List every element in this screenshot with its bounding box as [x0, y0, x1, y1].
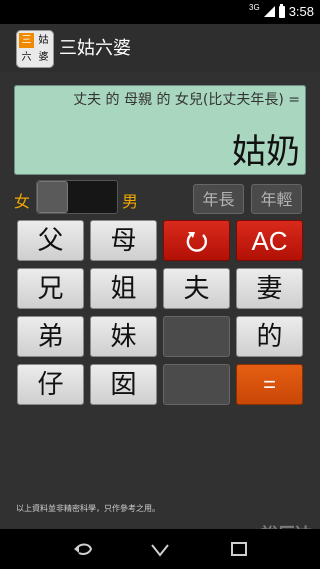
app-logo-icon[interactable]: 三 姑 六 婆 — [16, 30, 54, 68]
younger-button[interactable]: 年輕 — [251, 184, 302, 214]
status-indicators: 3G 3:58 — [249, 3, 314, 19]
blank-key — [163, 316, 230, 357]
battery-icon — [278, 3, 285, 18]
navigation-bar — [0, 529, 320, 569]
home-icon[interactable] — [149, 539, 171, 559]
logo-char: 婆 — [38, 52, 49, 63]
logo-char: 六 — [21, 52, 32, 63]
older-brother-key[interactable]: 兄 — [17, 268, 84, 309]
network-label: 3G — [249, 3, 260, 12]
of-key[interactable]: 的 — [236, 316, 303, 357]
signal-icon — [263, 6, 275, 17]
calculator-display: 丈夫 的 母親 的 女兒(比丈夫年長) = 姑奶 — [14, 85, 306, 175]
wife-key[interactable]: 妻 — [236, 268, 303, 309]
app-title: 三姑六婆 — [59, 38, 131, 59]
son-key[interactable]: 仔 — [17, 364, 84, 405]
mother-key[interactable]: 母 — [90, 220, 157, 261]
result-text: 姑奶 — [232, 132, 300, 172]
logo-char: 三 — [19, 33, 34, 48]
logo-char: 姑 — [38, 35, 49, 46]
status-bar: 3G 3:58 — [0, 0, 320, 24]
toggle-knob[interactable] — [37, 181, 68, 213]
older-button[interactable]: 年長 — [193, 184, 244, 214]
female-label: 女 — [14, 192, 31, 211]
recent-apps-icon[interactable] — [228, 539, 250, 559]
blank-key — [163, 364, 230, 405]
undo-icon — [186, 232, 207, 252]
back-icon[interactable] — [72, 539, 94, 559]
younger-brother-key[interactable]: 弟 — [17, 316, 84, 357]
father-key[interactable]: 父 — [17, 220, 84, 261]
male-label: 男 — [122, 192, 139, 211]
daughter-key[interactable]: 囡 — [90, 364, 157, 405]
gender-toggle[interactable] — [36, 180, 118, 214]
reset-button[interactable] — [163, 220, 230, 261]
younger-sister-key[interactable]: 妹 — [90, 316, 157, 357]
equals-button[interactable]: = — [236, 364, 303, 405]
expression-text: 丈夫 的 母親 的 女兒(比丈夫年長) = — [73, 92, 300, 108]
ac-button[interactable]: AC — [236, 220, 303, 261]
clock: 3:58 — [288, 4, 314, 19]
disclaimer-text: 以上資料並非精密科學，只作參考之用。 — [16, 504, 160, 513]
husband-key[interactable]: 夫 — [163, 268, 230, 309]
older-sister-key[interactable]: 姐 — [90, 268, 157, 309]
